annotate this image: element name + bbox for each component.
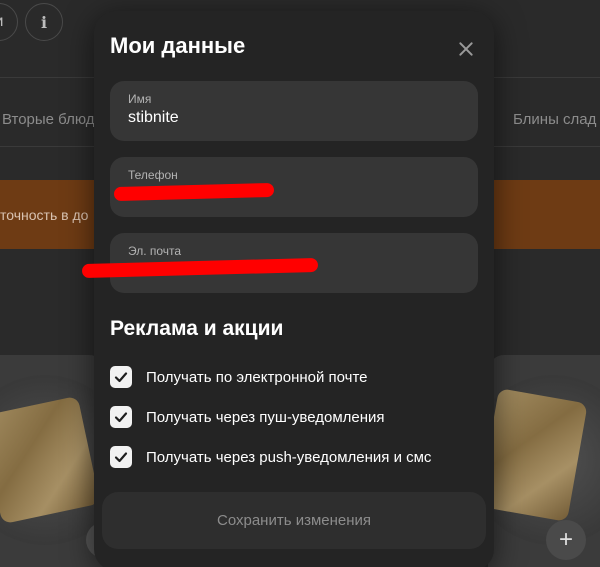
email-field-label: Эл. почта xyxy=(128,244,182,258)
name-input[interactable] xyxy=(128,109,458,127)
my-data-dialog: Мои данные Имя Телефон Эл. почта Реклама… xyxy=(81,11,494,567)
email-promo-option[interactable]: Получать по электронной почте xyxy=(110,365,368,389)
category-tab-main-dishes[interactable]: Вторые блюд xyxy=(2,111,95,128)
push-sms-promo-label: Получать через push-уведомления и смс xyxy=(146,448,432,466)
email-promo-checkbox[interactable] xyxy=(110,366,132,388)
user-icon-button[interactable]: и xyxy=(0,3,18,41)
checkmark-icon xyxy=(114,452,128,463)
push-promo-label: Получать через пуш-уведомления xyxy=(146,408,385,426)
push-sms-promo-option[interactable]: Получать через push-уведомления и смс xyxy=(110,445,431,469)
user-icon: и xyxy=(0,13,3,31)
promo-banner-text: точность в до xyxy=(0,207,89,223)
phone-field-label: Телефон xyxy=(128,168,178,182)
save-changes-button[interactable]: Сохранить изменения xyxy=(102,492,486,549)
info-icon: i xyxy=(40,12,48,32)
name-field[interactable]: Имя xyxy=(110,81,478,141)
add-to-cart-button[interactable]: + xyxy=(546,520,586,560)
info-button[interactable]: i xyxy=(25,3,63,41)
checkmark-icon xyxy=(114,372,128,383)
promo-section-title: Реклама и акции xyxy=(110,317,284,340)
category-tab-sweet-crepes[interactable]: Блины слад xyxy=(513,111,596,128)
checkmark-icon xyxy=(114,412,128,423)
push-promo-checkbox[interactable] xyxy=(110,406,132,428)
phone-field[interactable]: Телефон xyxy=(110,157,478,217)
plus-icon: + xyxy=(558,526,573,553)
push-sms-promo-checkbox[interactable] xyxy=(110,446,132,468)
email-promo-label: Получать по электронной почте xyxy=(146,368,368,386)
dialog-title: Мои данные xyxy=(110,33,246,58)
name-field-label: Имя xyxy=(128,92,152,106)
close-icon[interactable] xyxy=(454,37,478,61)
push-promo-option[interactable]: Получать через пуш-уведомления xyxy=(110,405,385,429)
email-field[interactable]: Эл. почта xyxy=(81,233,478,293)
